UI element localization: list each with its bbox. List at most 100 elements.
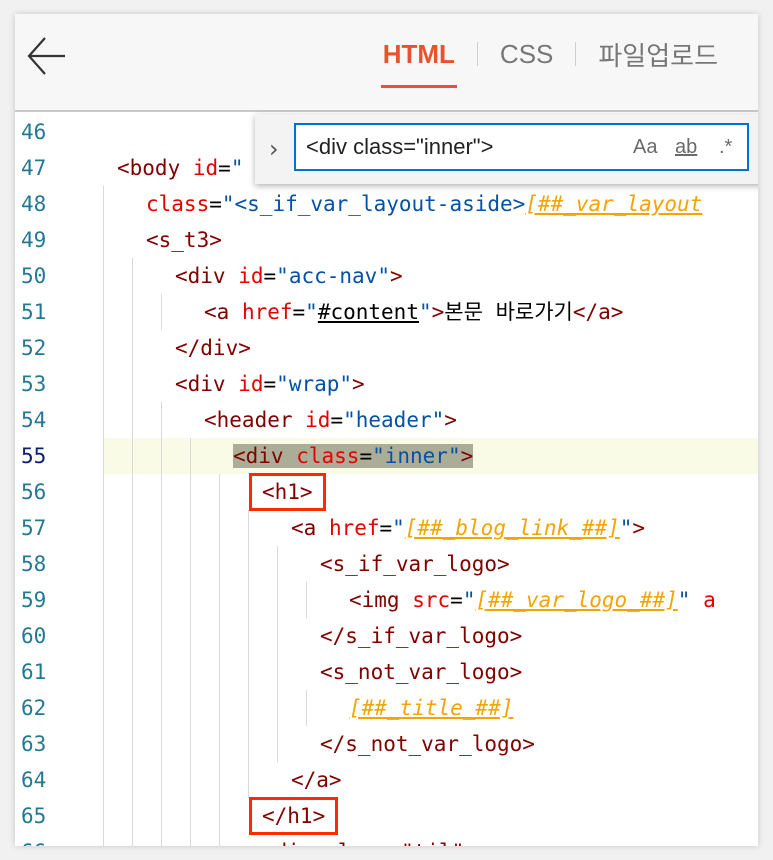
code-token: <s_if_var_logo> xyxy=(320,552,510,576)
code-text: <a href="[##_blog_link_##]"> xyxy=(291,510,645,546)
indent-guide xyxy=(103,726,104,762)
indent-guide xyxy=(161,582,162,618)
code-token: " xyxy=(230,156,244,180)
line-number: 57 xyxy=(21,516,47,540)
code-token: "acc-nav" xyxy=(276,264,390,288)
indent-guide xyxy=(132,438,133,474)
code-token: = xyxy=(209,192,222,216)
code-token: [##_title_##] xyxy=(349,696,514,720)
editor-window: HTML CSS 파일업로드 46 47 <body id=" 48 class="<s… xyxy=(15,14,758,846)
line-number: 53 xyxy=(21,372,47,396)
indent-guide xyxy=(219,762,220,798)
indent-guide xyxy=(277,690,278,726)
tab-html[interactable]: HTML xyxy=(380,39,458,88)
line-number: 55 xyxy=(21,444,47,468)
code-line: 59 <img src="[##_var_logo_##]" a xyxy=(15,582,758,618)
code-line: 56 <h1> xyxy=(15,473,758,511)
code-token: = xyxy=(450,588,463,612)
code-token: "wrap" xyxy=(276,372,353,396)
top-bar: HTML CSS 파일업로드 xyxy=(15,14,758,112)
indent-guide xyxy=(277,582,278,618)
match-case-toggle[interactable]: Aa xyxy=(633,136,657,159)
code-token: [##_blog_link_##] xyxy=(404,516,620,540)
code-token: [##_var_logo_##] xyxy=(475,588,678,612)
code-line: 48 class="<s_if_var_layout-aside>[##_var_… xyxy=(15,186,758,222)
indent-guide xyxy=(219,582,220,618)
indent-guide xyxy=(103,582,104,618)
indent-guide xyxy=(103,186,104,222)
code-line: 62 [##_title_##] xyxy=(15,690,758,726)
code-text: <div id="wrap"> xyxy=(175,366,365,402)
code-token: 본문 바로가기 xyxy=(444,300,573,324)
indent-guide xyxy=(219,798,220,834)
indent-guide xyxy=(103,294,104,330)
indent-guide xyxy=(190,582,191,618)
highlight-box xyxy=(249,473,326,511)
indent-guide xyxy=(103,834,104,846)
code-text: <s_not_var_logo> xyxy=(320,654,522,690)
indent-guide xyxy=(161,474,162,510)
indent-guide xyxy=(103,798,104,834)
code-token: = xyxy=(292,300,306,324)
code-token: </div> xyxy=(175,336,251,360)
code-text: <s_t3> xyxy=(146,222,222,258)
tab-css[interactable]: CSS xyxy=(498,39,555,70)
line-number: 65 xyxy=(21,804,47,828)
code-token: <div xyxy=(175,264,239,288)
code-token: > xyxy=(444,408,457,432)
code-token: > xyxy=(460,444,474,468)
indent-guide xyxy=(277,654,278,690)
line-number: 60 xyxy=(21,624,47,648)
tab-file-upload[interactable]: 파일업로드 xyxy=(596,36,720,73)
indent-guide xyxy=(190,474,191,510)
code-token: <div xyxy=(233,444,297,468)
indent-guide xyxy=(132,258,133,294)
indent-guide xyxy=(103,258,104,294)
code-line: 63 </s_not_var_logo> xyxy=(15,726,758,762)
indent-guide xyxy=(248,654,249,690)
back-button[interactable] xyxy=(25,34,69,78)
indent-guide xyxy=(132,330,133,366)
toggle-replace-chevron-icon[interactable]: › xyxy=(269,134,289,164)
code-token: id xyxy=(238,372,264,396)
indent-guide xyxy=(132,546,133,582)
indent-guide xyxy=(219,474,220,510)
indent-guide xyxy=(161,726,162,762)
indent-guide xyxy=(190,726,191,762)
regex-toggle[interactable]: .* xyxy=(719,136,732,159)
code-line: 61 <s_not_var_logo> xyxy=(15,654,758,690)
code-text: <img src="[##_var_logo_##]" a xyxy=(349,582,716,618)
code-token: <header xyxy=(204,408,306,432)
code-line: 57 <a href="[##_blog_link_##]"> xyxy=(15,510,758,546)
indent-guide xyxy=(103,366,104,402)
indent-guide xyxy=(132,294,133,330)
indent-guide xyxy=(132,726,133,762)
code-token: = xyxy=(359,444,373,468)
code-token: #content xyxy=(317,300,419,324)
code-token: > xyxy=(632,516,646,540)
code-token: <s_not_var_logo> xyxy=(320,660,523,684)
code-text: <div class="til" xyxy=(262,834,464,846)
code-editor[interactable]: 46 47 <body id=" 48 class="<s_if_var_layout-… xyxy=(15,112,758,846)
code-token: <img xyxy=(349,588,413,612)
code-line: 49 <s_t3> xyxy=(15,222,758,258)
code-text: <div id="acc-nav"> xyxy=(175,258,403,294)
find-widget: › Aa ab .* xyxy=(255,114,758,184)
whole-word-toggle[interactable]: ab xyxy=(675,136,697,159)
indent-guide xyxy=(190,798,191,834)
indent-guide xyxy=(132,834,133,846)
indent-guide xyxy=(277,618,278,654)
code-token: "inner" xyxy=(372,444,461,468)
code-token: > xyxy=(389,264,403,288)
indent-guide xyxy=(161,618,162,654)
line-number: 66 xyxy=(21,834,81,846)
code-token: = xyxy=(218,156,231,180)
indent-guide xyxy=(103,510,104,546)
code-token: id xyxy=(238,264,264,288)
code-token: " xyxy=(462,588,476,612)
line-number: 59 xyxy=(21,588,47,612)
code-text: <header id="header"> xyxy=(204,402,457,438)
code-token: href xyxy=(328,516,380,540)
indent-guide xyxy=(132,798,133,834)
indent-guide xyxy=(132,762,133,798)
